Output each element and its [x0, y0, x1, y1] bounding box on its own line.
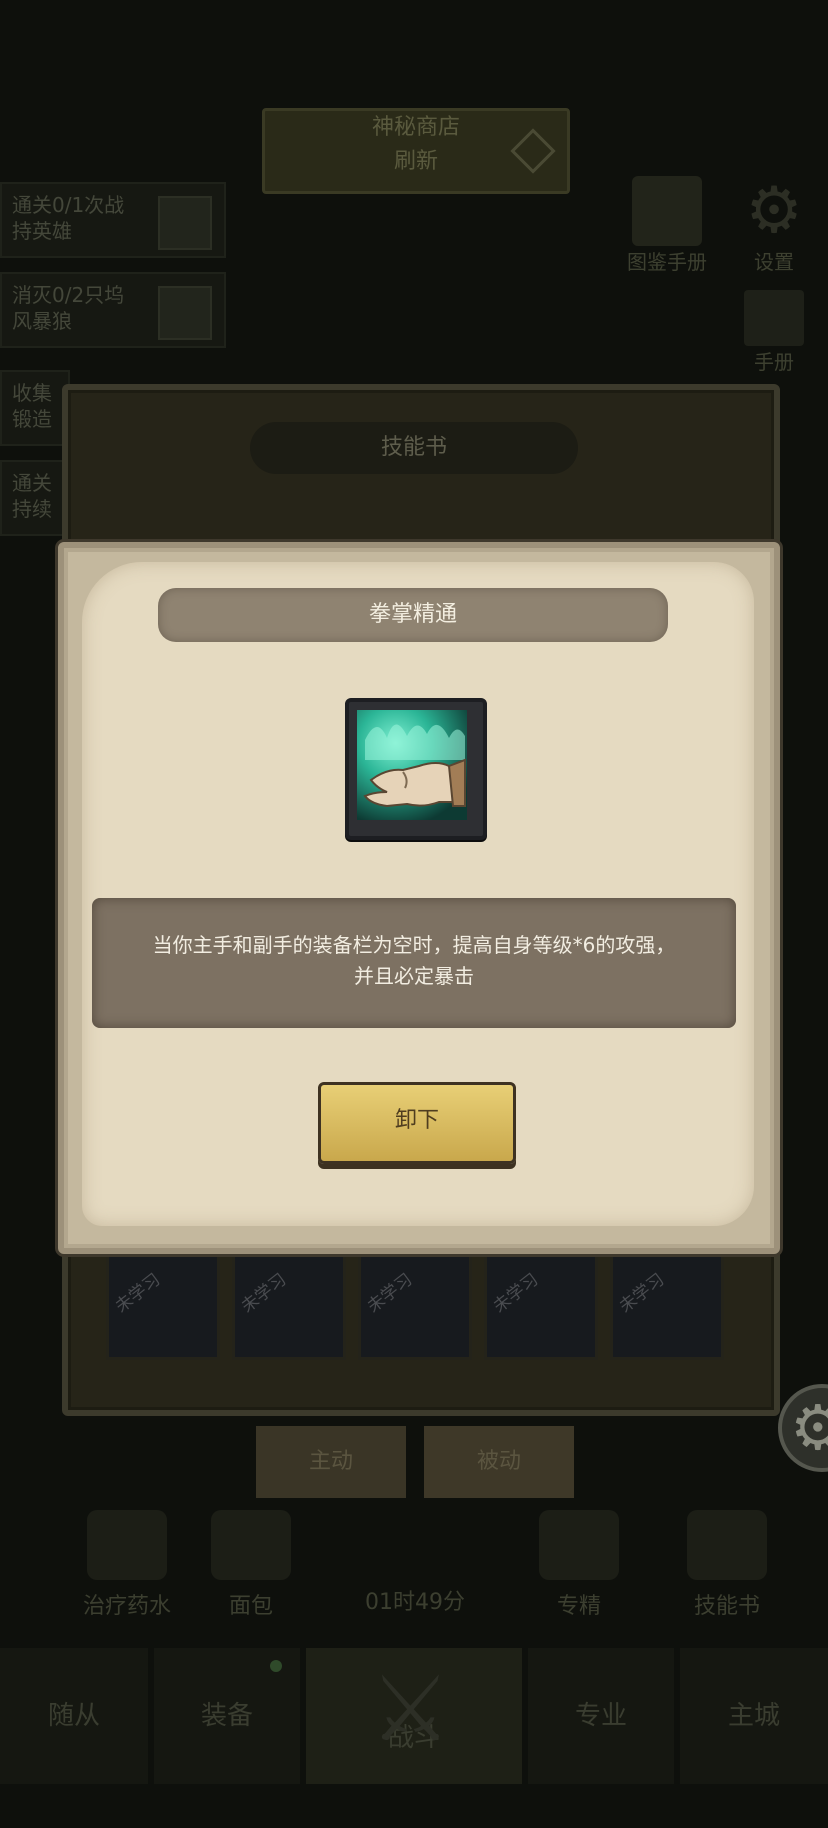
nav-battle[interactable]: ⚔ 战斗: [306, 1648, 522, 1784]
item-label: 技能书: [693, 1594, 760, 1619]
book-icon: [632, 176, 702, 246]
crossed-swords-icon: ⚔: [370, 1657, 451, 1762]
skill-book-icon: [687, 1510, 767, 1580]
nav-followers[interactable]: 随从: [0, 1648, 148, 1784]
nav-label: 装备: [200, 1701, 253, 1731]
tab-passive-skills[interactable]: 被动: [424, 1426, 574, 1498]
quest-text: 通关0/1次战 持英雄: [12, 193, 125, 243]
tab-passive-label: 被动: [476, 1449, 521, 1474]
potion-icon: [87, 1510, 167, 1580]
unequip-button-label: 卸下: [394, 1108, 439, 1133]
nav-profession[interactable]: 专业: [528, 1648, 674, 1784]
scroll-icon: [744, 290, 804, 346]
quest-item[interactable]: 消灭0/2只坞 风暴狼: [0, 272, 226, 348]
tab-active-label: 主动: [308, 1449, 353, 1474]
dialog-title: 拳掌精通: [368, 602, 457, 627]
item-label: 专精: [556, 1594, 601, 1619]
shop-banner[interactable]: 神秘商店 刷新: [262, 108, 570, 194]
unequip-button[interactable]: 卸下: [318, 1082, 516, 1164]
item-specialization[interactable]: 专精: [504, 1510, 654, 1620]
nav-label: 主城: [727, 1701, 780, 1731]
skill-description-line1: 当你主手和副手的装备栏为空时，提高自身等级*6的攻强，: [152, 933, 676, 957]
gear-icon: ⚙: [745, 174, 803, 248]
skill-slot[interactable]: 未学习: [610, 1252, 724, 1360]
quest-text: 消灭0/2只坞 风暴狼: [12, 283, 125, 333]
manual-label: 手册: [754, 350, 794, 374]
quest-item[interactable]: 通关0/1次战 持英雄: [0, 182, 226, 258]
specialization-icon: [539, 1510, 619, 1580]
item-skill-book[interactable]: 技能书: [652, 1510, 802, 1620]
battle-timer: 01时49分: [365, 1590, 465, 1615]
slot-status: 未学习: [363, 1269, 417, 1318]
settings-button[interactable]: ⚙ 设置: [724, 176, 824, 275]
quest-reward-icon: [158, 286, 212, 340]
slot-status: 未学习: [237, 1269, 291, 1318]
slot-status: 未学习: [111, 1269, 165, 1318]
slot-status: 未学习: [615, 1269, 669, 1318]
item-label: 面包: [228, 1594, 273, 1619]
bread-icon: [211, 1510, 291, 1580]
settings-label: 设置: [754, 250, 794, 274]
item-label: 治疗药水: [82, 1594, 171, 1619]
skill-slot[interactable]: 未学习: [484, 1252, 598, 1360]
fist-mastery-illustration: [363, 724, 466, 808]
slot-status: 未学习: [489, 1269, 543, 1318]
quest-item[interactable]: 收集 锻造: [0, 370, 70, 446]
notification-dot: [270, 1660, 282, 1672]
nav-label: 随从: [47, 1701, 100, 1731]
manual-button[interactable]: 手册: [724, 290, 824, 375]
skill-slot[interactable]: 未学习: [358, 1252, 472, 1360]
nav-main-city[interactable]: 主城: [680, 1648, 828, 1784]
quest-item[interactable]: 通关 持续: [0, 460, 70, 536]
nav-label: 专业: [574, 1701, 627, 1731]
quest-text: 收集 锻造: [12, 381, 52, 431]
quest-text: 通关 持续: [12, 471, 52, 521]
skill-book-title: 技能书: [250, 422, 578, 474]
item-bread[interactable]: 面包: [176, 1510, 326, 1620]
skill-description-line2: 并且必定暴击: [354, 964, 474, 988]
handbook-button[interactable]: 图鉴手册: [612, 176, 722, 275]
skill-slot[interactable]: 未学习: [106, 1252, 220, 1360]
skill-slot[interactable]: 未学习: [232, 1252, 346, 1360]
tab-active-skills[interactable]: 主动: [256, 1426, 406, 1498]
quest-reward-icon: [158, 196, 212, 250]
handbook-label: 图鉴手册: [627, 250, 707, 274]
skill-description: 当你主手和副手的装备栏为空时，提高自身等级*6的攻强， 并且必定暴击: [100, 930, 728, 992]
fist-mastery-icon: [357, 710, 467, 820]
